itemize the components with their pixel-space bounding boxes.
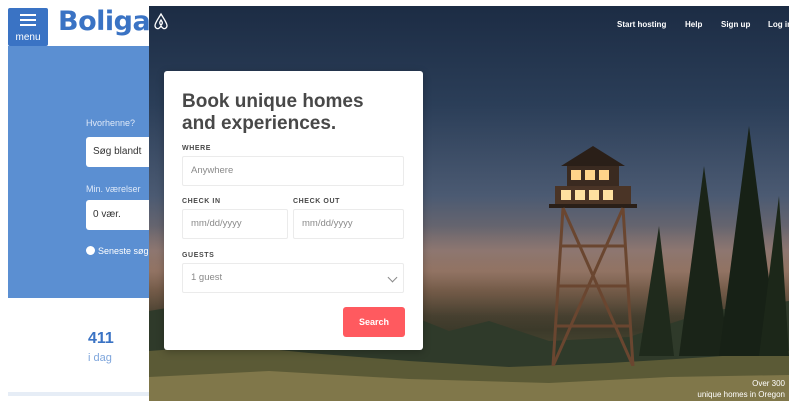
min-rooms-label: Min. værelser [86, 184, 141, 194]
check-in-label: CHECK IN [182, 198, 221, 205]
check-in-input[interactable]: mm/dd/yyyy [182, 209, 288, 239]
help-link[interactable]: Help [685, 20, 702, 29]
menu-button[interactable]: menu [8, 8, 48, 46]
search-button[interactable]: Search [343, 307, 405, 337]
start-hosting-link[interactable]: Start hosting [617, 20, 666, 29]
where-field-label: WHERE [182, 145, 212, 152]
guests-label: GUESTS [182, 252, 215, 259]
guests-value: 1 guest [191, 272, 223, 283]
listing-count: 411 [88, 330, 114, 347]
log-in-link[interactable]: Log in [768, 20, 789, 29]
boliga-header: menu Boliga [0, 0, 160, 46]
airbnb-logo-icon[interactable] [153, 12, 169, 30]
check-out-input[interactable]: mm/dd/yyyy [293, 209, 404, 239]
menu-label: menu [15, 32, 41, 43]
sign-up-link[interactable]: Sign up [721, 20, 750, 29]
where-label: Hvorhenne? [86, 118, 136, 128]
booking-search-card: Book unique homes and experiences. WHERE… [164, 71, 423, 350]
divider [8, 392, 160, 396]
chevron-down-icon [387, 272, 398, 283]
caption-line-2[interactable]: unique homes in Oregon [697, 390, 785, 399]
hamburger-menu-icon [20, 14, 36, 29]
boliga-search-panel [8, 46, 160, 298]
card-title: Book unique homes and experiences. [182, 91, 364, 134]
boliga-logo[interactable]: Boliga [58, 6, 151, 37]
boliga-page: menu Boliga Hvorhenne? Søg blandt Min. v… [0, 0, 174, 401]
listing-period: i dag [88, 352, 112, 364]
caption-line-1: Over 300 [752, 379, 785, 388]
lookout-tower [549, 146, 637, 366]
clock-icon [86, 246, 95, 255]
where-input[interactable]: Anywhere [182, 156, 404, 186]
guests-select[interactable]: 1 guest [182, 263, 404, 293]
check-out-label: CHECK OUT [293, 198, 341, 205]
